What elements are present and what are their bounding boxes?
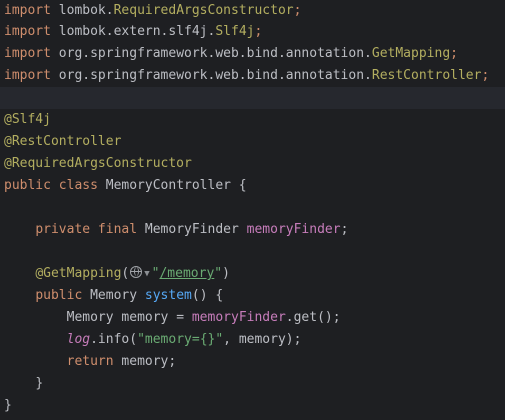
method-call: .get(); [285,310,341,325]
string-quote: " [214,266,223,281]
keyword-import: import [4,24,59,39]
semicolon: ; [340,222,349,237]
close-paren: ) [222,266,230,281]
code-line-import-2: import lombok.extern.slf4j.Slf4j; [0,21,505,43]
globe-icon [130,266,143,278]
code-line-import-4: import org.springframework.web.bind.anno… [0,65,505,87]
code-line-annotation-rest-controller: @RestController [0,131,505,153]
code-line-class-decl: public class MemoryController { [0,175,505,197]
return-type: Memory [90,288,145,303]
code-line-method-decl: public Memory system() { [0,285,505,307]
import-class: RestController [371,68,482,83]
close-brace: } [4,398,12,413]
code-line-close-method: } [0,373,505,395]
code-line-statement-1: Memory memory = memoryFinder.get(); [0,307,505,329]
code-line-get-mapping: @GetMapping(▼ "/memory") [0,263,505,285]
local-decl: Memory memory = [66,310,192,325]
import-package: org.springframework.web.bind.annotation. [58,46,372,61]
keyword-return: return [66,354,122,369]
chevron-down-icon: ▼ [144,269,150,279]
open-paren: ( [121,266,130,281]
keyword-public: public [35,288,91,303]
log-call: .info( [90,332,138,347]
field-type: MemoryFinder [144,222,247,237]
open-brace: { [230,178,247,193]
return-value: memory; [121,354,177,369]
code-line-annotation-required-args: @RequiredArgsConstructor [0,153,505,175]
method-name: system [144,288,192,303]
code-editor[interactable]: import lombok.RequiredArgsConstructor; i… [0,0,505,420]
import-class: Slf4j [215,24,255,39]
code-line-close-class: } [0,395,505,417]
code-line-statement-2: log.info("memory={}", memory); [0,329,505,351]
annotation-rest-controller: @RestController [4,134,122,149]
import-package: lombok.extern.slf4j. [58,24,216,39]
keyword-import: import [4,68,59,83]
code-line-field-decl: private final MemoryFinder memoryFinder; [0,219,505,241]
log-field: log [66,332,91,347]
semicolon: ; [293,3,302,18]
semicolon: ; [481,68,490,83]
annotation-slf4j: @Slf4j [4,112,51,127]
code-line-import-1: import lombok.RequiredArgsConstructor; [0,0,505,22]
field-ref: memoryFinder [191,310,286,325]
code-line-annotation-slf4j: @Slf4j [0,109,505,131]
semicolon: ; [450,46,458,61]
keyword-import: import [4,46,59,61]
method-params: () { [191,288,224,303]
endpoint-path-link[interactable]: /memory [159,266,214,281]
close-brace: } [35,376,44,391]
code-line-import-3: import org.springframework.web.bind.anno… [0,43,505,65]
import-package: org.springframework.web.bind.annotation. [58,68,372,83]
import-class: GetMapping [371,46,451,61]
import-package: lombok. [58,3,114,18]
class-name: MemoryController [105,178,231,193]
code-line-statement-3: return memory; [0,351,505,373]
keyword-import: import [4,3,59,18]
semicolon: ; [254,24,263,39]
field-name: memoryFinder [246,222,341,237]
annotation-get-mapping: @GetMapping [35,266,122,281]
endpoint-inlay-hint[interactable]: ▼ [129,263,151,285]
log-args: , memory); [223,332,302,347]
log-string: "memory={}" [137,332,224,347]
keyword-public-class: public class [4,178,106,193]
import-class: RequiredArgsConstructor [113,3,294,18]
code-line-current [0,87,505,109]
annotation-required-args: @RequiredArgsConstructor [4,156,192,171]
keyword-private-final: private final [35,222,145,237]
